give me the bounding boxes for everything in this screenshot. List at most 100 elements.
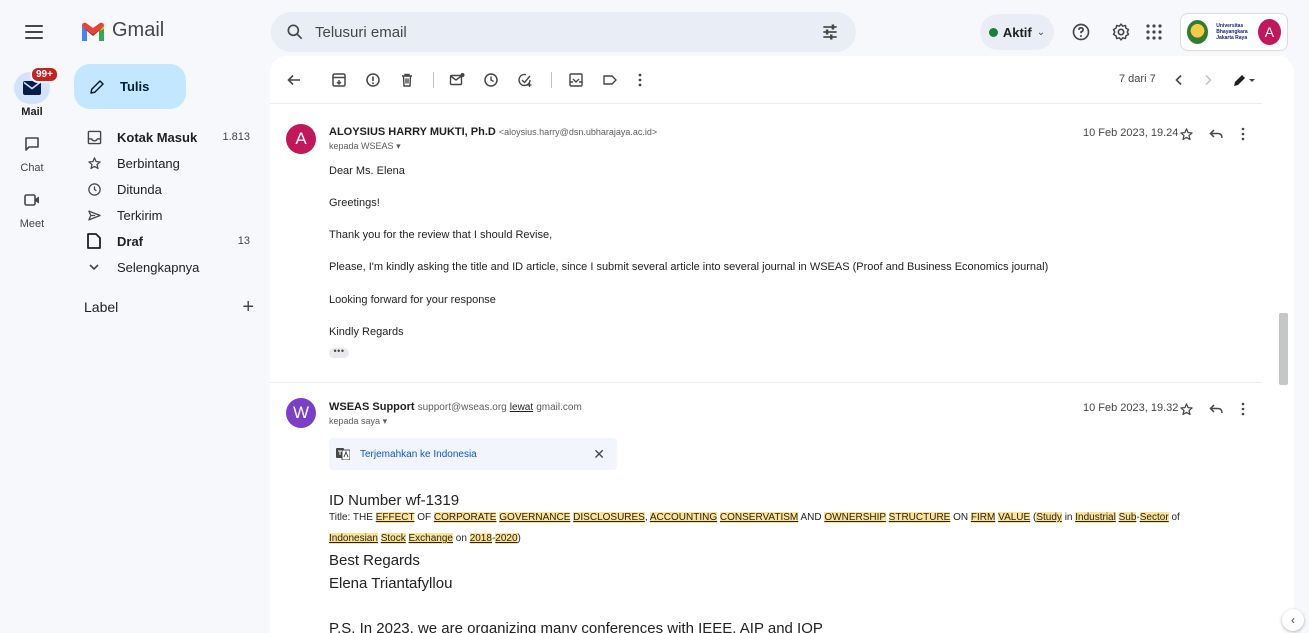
back-arrow-icon[interactable]: [282, 68, 306, 92]
main-menu-icon[interactable]: [22, 20, 46, 44]
message-body-line: Greetings!: [329, 197, 380, 209]
rail-item-mail[interactable]: 99+ Mail: [0, 66, 64, 118]
mail-rail-pill[interactable]: 99+: [14, 66, 59, 104]
sender-avatar[interactable]: A: [286, 124, 316, 154]
message-body-line: Looking forward for your response: [329, 294, 496, 306]
delete-trash-icon[interactable]: [395, 68, 419, 92]
search-input[interactable]: [315, 23, 820, 41]
show-trimmed-content-button[interactable]: •••: [329, 347, 349, 358]
message-date: 10 Feb 2023, 19.24: [1083, 127, 1179, 139]
report-spam-icon[interactable]: [361, 68, 385, 92]
sidebar-item-label: Berbintang: [117, 155, 180, 171]
sidebar-item-label: Terkirim: [117, 207, 163, 223]
toolbar-divider: [551, 72, 552, 88]
mark-unread-icon[interactable]: [445, 68, 469, 92]
status-dropdown[interactable]: Aktif ⌄: [980, 14, 1054, 50]
compose-button[interactable]: Tulis: [74, 64, 186, 109]
newer-chevron-left-icon[interactable]: [1167, 68, 1191, 92]
input-tools-pen-icon[interactable]: [1228, 68, 1260, 92]
rail-item-chat[interactable]: Chat: [0, 128, 64, 174]
sidebar-item-starred[interactable]: Berbintang: [74, 150, 264, 176]
via-domain: gmail.com: [536, 402, 582, 413]
sidebar-item-label: Selengkapnya: [117, 259, 200, 275]
sidebar-item-snoozed[interactable]: Ditunda: [74, 176, 264, 202]
star-icon[interactable]: [1176, 124, 1196, 144]
postscript-line: P.S. In 2023, we are organizing many con…: [329, 620, 823, 633]
article-title-line-2: Indonesian Stock Exchange on 2018-2020): [329, 533, 521, 544]
star-icon[interactable]: [1176, 399, 1196, 419]
organization-name: Universitas Bhayangkara Jakarta Raya: [1216, 23, 1248, 41]
unread-badge: 99+: [30, 66, 59, 83]
message-body-line: Please, I'm kindly asking the title and …: [329, 261, 1049, 273]
article-title-line-1: Title: THE EFFECT OF CORPORATE GOVERNANC…: [329, 512, 1180, 523]
search-icon[interactable]: [285, 22, 305, 42]
pagination-text: 7 dari 7: [1119, 73, 1156, 85]
labels-heading: Label: [84, 299, 119, 315]
account-switcher[interactable]: Universitas Bhayangkara Jakarta Raya A: [1180, 13, 1288, 51]
settings-gear-icon[interactable]: [1109, 20, 1133, 44]
sidebar-item-count: 13: [237, 235, 250, 247]
sidebar-nav: Kotak Masuk 1.813 Berbintang Ditunda Ter…: [74, 124, 264, 280]
highlighted-search-term: Stock: [380, 533, 406, 544]
university-logo: [1187, 20, 1209, 44]
title-prefix: Title:: [329, 512, 351, 523]
snooze-clock-icon[interactable]: [479, 68, 503, 92]
sender-line: ALOYSIUS HARRY MUKTI, Ph.D <aloysius.har…: [329, 126, 657, 138]
caret-down-icon: ▾: [396, 141, 401, 151]
title-word: on: [455, 533, 467, 544]
side-panel-toggle-chevron-icon[interactable]: ‹: [1282, 609, 1304, 631]
close-icon[interactable]: ✕: [593, 446, 605, 463]
highlighted-search-term: Industrial: [1075, 512, 1116, 523]
search-bar[interactable]: [271, 12, 856, 52]
regards-line: Best Regards: [329, 552, 420, 569]
label-tag-icon[interactable]: [598, 68, 622, 92]
recipient-details-toggle[interactable]: kepada WSEAS ▾: [329, 141, 401, 152]
via-link[interactable]: lewat: [510, 402, 533, 413]
add-to-tasks-icon[interactable]: [513, 68, 537, 92]
add-label-icon[interactable]: +: [242, 297, 254, 317]
help-icon[interactable]: [1069, 20, 1093, 44]
message-more-icon[interactable]: [1233, 124, 1253, 144]
rail-label-mail: Mail: [21, 106, 43, 118]
title-word: ): [517, 533, 521, 544]
reply-icon[interactable]: [1206, 124, 1226, 144]
sidebar-item-more[interactable]: Selengkapnya: [74, 254, 264, 280]
sidebar-item-drafts[interactable]: Draf 13: [74, 228, 264, 254]
scrollbar-thumb[interactable]: [1279, 313, 1288, 385]
highlighted-search-term: Exchange: [408, 533, 453, 544]
move-to-icon[interactable]: [564, 68, 588, 92]
highlighted-search-term: CONSERVATISM: [719, 512, 799, 523]
highlighted-search-term: Study: [1036, 512, 1062, 523]
more-options-icon[interactable]: [628, 68, 652, 92]
gmail-m-icon: [82, 22, 104, 41]
gmail-logo[interactable]: Gmail: [80, 19, 164, 42]
sender-name[interactable]: ALOYSIUS HARRY MUKTI, Ph.D: [329, 126, 496, 138]
chevron-down-icon: [84, 257, 104, 277]
apps-grid-icon[interactable]: [1142, 20, 1166, 44]
archive-icon[interactable]: [327, 68, 351, 92]
sidebar-item-label: Kotak Masuk: [117, 129, 198, 145]
older-chevron-right-icon[interactable]: [1196, 68, 1220, 92]
title-word: of: [1171, 512, 1180, 523]
signature-line: Elena Triantafyllou: [329, 575, 453, 592]
reply-icon[interactable]: [1206, 399, 1226, 419]
sender-name[interactable]: WSEAS Support: [329, 401, 415, 413]
highlighted-search-term: VALUE: [998, 512, 1031, 523]
sidebar-item-count: 1.813: [222, 131, 250, 143]
recipient-text: kepada WSEAS: [329, 141, 394, 151]
translate-link[interactable]: Terjemahkan ke Indonesia: [360, 449, 477, 460]
mail-icon: [23, 81, 41, 95]
title-word: ON: [953, 512, 969, 523]
sender-email: <aloysius.harry@dsn.ubharajaya.ac.id>: [498, 127, 658, 137]
sidebar-item-inbox[interactable]: Kotak Masuk 1.813: [74, 124, 264, 150]
recipient-details-toggle[interactable]: kepada saya ▾: [329, 416, 387, 427]
highlighted-search-term: CORPORATE: [433, 512, 497, 523]
search-options-icon[interactable]: [820, 22, 840, 42]
toolbar-divider: [433, 72, 434, 88]
account-avatar[interactable]: A: [1257, 19, 1281, 45]
message-more-icon[interactable]: [1233, 399, 1253, 419]
sidebar-item-sent[interactable]: Terkirim: [74, 202, 264, 228]
sender-avatar[interactable]: W: [286, 398, 316, 428]
rail-item-meet[interactable]: Meet: [0, 184, 64, 230]
highlighted-search-term: Sub: [1118, 512, 1137, 523]
